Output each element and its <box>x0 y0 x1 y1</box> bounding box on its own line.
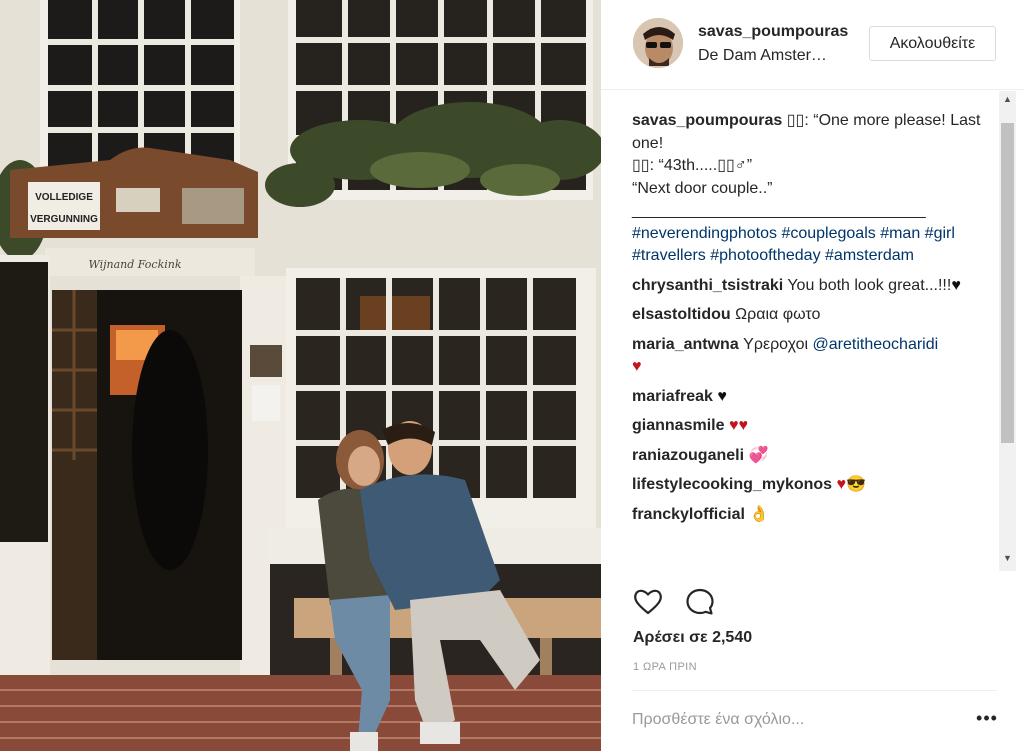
caption-hashtags[interactable]: #neverendingphotos #couplegoals #man #gi… <box>632 225 955 265</box>
heart-sunglasses-emoji: ♥😎 <box>836 476 866 493</box>
comment-username[interactable]: chrysanthi_tsistraki <box>632 277 783 294</box>
comment-item: lifestylecooking_mykonos ♥😎 <box>632 474 992 497</box>
sign-text-top: VOLLEDIGE <box>35 192 93 203</box>
red-hearts-emoji: ♥♥ <box>728 417 748 434</box>
black-heart-emoji: ♥ <box>717 387 727 405</box>
comment-item: chrysanthi_tsistraki You both look great… <box>632 275 992 298</box>
post-timestamp: 1 ΩΡΑ ΠΡΙΝ <box>633 661 697 673</box>
header-username[interactable]: savas_poumpouras <box>698 23 848 41</box>
comment-item: mariafreak ♥ <box>632 386 992 409</box>
ok-hand-emoji: 👌 <box>749 505 770 523</box>
black-heart-emoji: ♥ <box>951 276 961 294</box>
comment-username[interactable]: maria_antwna <box>632 336 739 353</box>
caption-username[interactable]: savas_poumpouras <box>632 112 782 129</box>
header-location[interactable]: De Dam Amster… <box>698 47 827 65</box>
sign-text-bottom: VERGUNNING <box>30 214 98 225</box>
more-options-icon[interactable]: ••• <box>976 708 998 732</box>
comment-mention[interactable]: @aretitheocharidi <box>813 336 939 353</box>
comment-username[interactable]: giannasmile <box>632 417 724 434</box>
comment-text: You both look great...!!! <box>787 276 952 294</box>
caption: savas_poumpouras ▯▯: “One more please! L… <box>632 110 992 268</box>
comment-item: giannasmile ♥♥ <box>632 415 992 438</box>
comment-username[interactable]: elsastoltidou <box>632 306 731 323</box>
avatar[interactable] <box>633 18 683 68</box>
avatar-image <box>633 18 683 68</box>
scroll-up-arrow-icon[interactable]: ▲ <box>999 91 1016 108</box>
red-heart-emoji: ♥ <box>632 358 642 375</box>
caption-line-2: ▯▯: “43th.....▯▯♂” <box>632 157 753 174</box>
post-detail-panel: savas_poumpouras De Dam Amster… Ακολουθε… <box>601 0 1024 751</box>
add-comment-section: ••• <box>632 690 997 751</box>
likes-count[interactable]: Αρέσει σε 2,540 <box>633 629 752 647</box>
post-header: savas_poumpouras De Dam Amster… Ακολουθε… <box>601 0 1024 90</box>
caption-line-4: _________________________________ <box>632 202 926 219</box>
scroll-down-arrow-icon[interactable]: ▼ <box>999 550 1016 567</box>
caption-line-3: “Next door couple..” <box>632 179 773 197</box>
heart-outline-icon[interactable] <box>632 586 664 618</box>
comment-item: franckylofficial 👌 <box>632 504 992 527</box>
comment-username[interactable]: lifestylecooking_mykonos <box>632 476 832 493</box>
two-hearts-emoji: 💞 <box>748 446 769 464</box>
comment-username[interactable]: raniazouganeli <box>632 447 744 464</box>
comment-text: Υρεροχοι <box>743 335 809 353</box>
comment-item: maria_antwna Υρεροχοι @aretitheocharidi … <box>632 334 992 379</box>
comment-input[interactable] <box>632 707 962 733</box>
comment-text: Ωραια φωτο <box>735 306 821 323</box>
speech-bubble-icon[interactable] <box>684 586 716 618</box>
sign-script-text: Wijnand Fockink <box>88 258 181 271</box>
comment-item: elsastoltidou Ωραια φωτο <box>632 304 992 327</box>
photo-illustration: VOLLEDIGE VERGUNNING Wijnand Fockink <box>0 0 601 751</box>
comments-content: savas_poumpouras ▯▯: “One more please! L… <box>632 110 992 533</box>
post-photo[interactable]: VOLLEDIGE VERGUNNING Wijnand Fockink <box>0 0 601 751</box>
comment-username[interactable]: franckylofficial <box>632 506 745 523</box>
comments-scrollbar[interactable]: ▲ ▼ <box>999 91 1016 571</box>
comments-list[interactable]: savas_poumpouras ▯▯: “One more please! L… <box>601 91 1024 571</box>
scrollbar-thumb[interactable] <box>1001 123 1014 443</box>
comment-item: raniazouganeli 💞 <box>632 445 992 468</box>
comment-username[interactable]: mariafreak <box>632 388 713 405</box>
follow-button[interactable]: Ακολουθείτε <box>869 26 996 61</box>
